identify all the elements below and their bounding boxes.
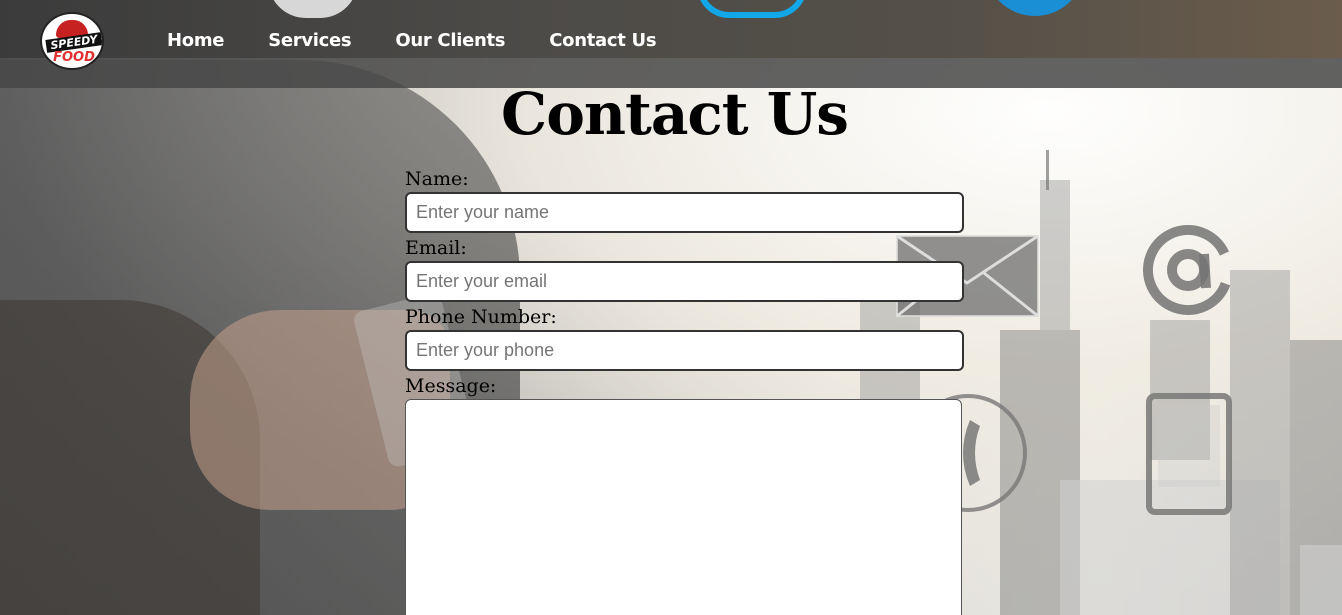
message-textarea[interactable] (405, 399, 962, 615)
nav-home-link[interactable]: Home (167, 30, 225, 51)
nav-services-link[interactable]: Services (268, 30, 351, 51)
background-building (1040, 180, 1070, 330)
at-sign-icon (1143, 225, 1233, 315)
phone-label: Phone Number: (405, 306, 557, 328)
message-label: Message: (405, 375, 497, 397)
page-title: Contact Us (501, 80, 849, 148)
site-logo[interactable]: SPEEDY FOOD (40, 12, 104, 70)
email-label: Email: (405, 237, 467, 259)
background-building (1300, 545, 1342, 615)
email-input[interactable] (405, 261, 964, 302)
nav-our-clients-link[interactable]: Our Clients (395, 30, 505, 51)
name-input[interactable] (405, 192, 964, 233)
skype-logo-icon (697, 0, 807, 18)
tablet-icon (1146, 393, 1232, 515)
background-spire (1046, 150, 1049, 190)
phone-input[interactable] (405, 330, 964, 371)
contact-page: SPEEDY FOOD Home Services Our Clients Co… (0, 0, 1342, 615)
name-label: Name: (405, 168, 469, 190)
apple-logo-icon (268, 0, 358, 18)
main-nav: Home Services Our Clients Contact Us (167, 30, 657, 51)
nav-contact-us-link[interactable]: Contact Us (549, 30, 656, 51)
background-building (1230, 270, 1290, 615)
logo-text-food: FOOD (53, 50, 95, 65)
circle-logo-icon (985, 0, 1085, 16)
contact-form: Name: Email: Phone Number: Message: (405, 166, 965, 615)
